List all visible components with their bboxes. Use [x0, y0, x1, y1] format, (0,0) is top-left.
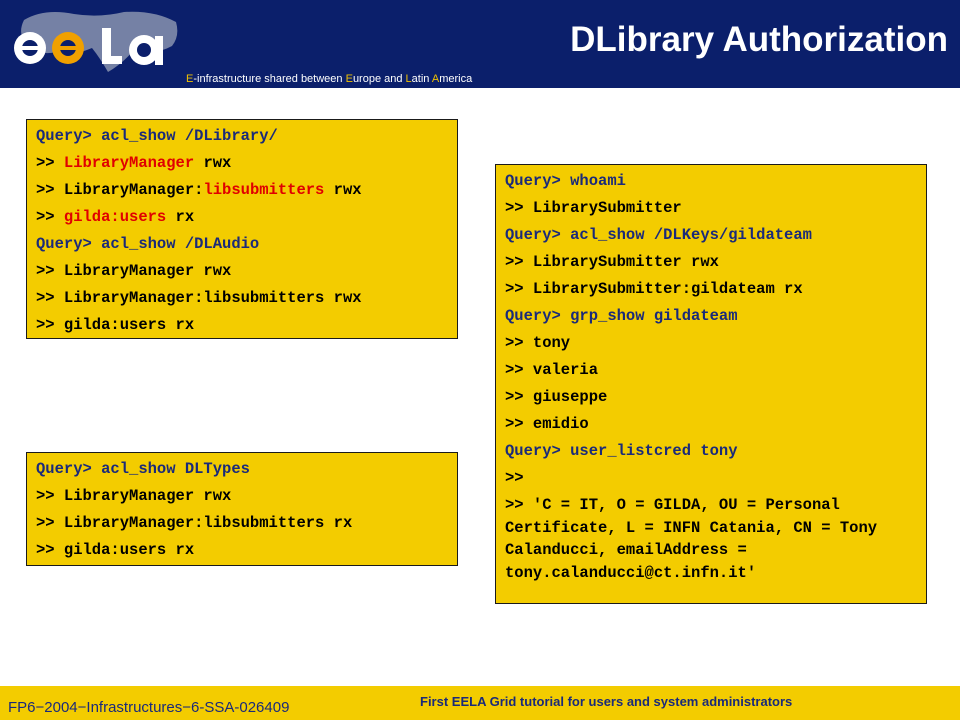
- output-line: >> gilda:users rx: [36, 208, 195, 226]
- output-line: >> LibrarySubmitter rwx: [505, 253, 719, 271]
- output-line: >> LibraryManager:libsubmitters rwx: [36, 289, 362, 307]
- tagline: E-infrastructure shared between Europe a…: [186, 73, 473, 85]
- acl-dlibrary-box: Query> acl_show /DLibrary/ >> LibraryMan…: [26, 119, 458, 339]
- output-line: >>: [505, 469, 524, 487]
- query-line: Query> acl_show /DLKeys/gildateam: [505, 226, 812, 244]
- output-line: >> giuseppe: [505, 388, 608, 406]
- output-line: >> LibraryManager:libsubmitters rx: [36, 514, 353, 532]
- credential-output: >> 'C = IT, O = GILDA, OU = Personal Cer…: [505, 496, 878, 582]
- slide-title: DLibrary Authorization: [570, 20, 948, 59]
- header-bar: E-infrastructure shared between Europe a…: [0, 0, 960, 88]
- acl-dltypes-box: Query> acl_show DLTypes >> LibraryManage…: [26, 452, 458, 566]
- eela-logo: [4, 6, 184, 78]
- query-line: Query> acl_show /DLAudio: [36, 235, 260, 253]
- output-line: >> gilda:users rx: [36, 316, 195, 334]
- project-code: FP6−2004−Infrastructures−6-SSA-026409: [8, 699, 290, 716]
- query-line: Query> acl_show /DLibrary/: [36, 127, 278, 145]
- user-info-box: Query> whoami >> LibrarySubmitter Query>…: [495, 164, 927, 604]
- output-line: >> tony: [505, 334, 571, 352]
- event-title: First EELA Grid tutorial for users and s…: [420, 694, 793, 709]
- query-line: Query> grp_show gildateam: [505, 307, 738, 325]
- footer-bar: FP6−2004−Infrastructures−6-SSA-026409 Fi…: [0, 686, 960, 720]
- output-line: >> LibraryManager rwx: [36, 154, 232, 172]
- output-line: >> LibrarySubmitter:gildateam rx: [505, 280, 803, 298]
- query-line: Query> user_listcred tony: [505, 442, 738, 460]
- output-line: >> gilda:users rx: [36, 541, 195, 559]
- output-line: >> LibraryManager rwx: [36, 262, 232, 280]
- output-line: >> valeria: [505, 361, 599, 379]
- output-line: >> LibraryManager rwx: [36, 487, 232, 505]
- query-line: Query> acl_show DLTypes: [36, 460, 250, 478]
- output-line: >> LibrarySubmitter: [505, 199, 682, 217]
- query-line: Query> whoami: [505, 172, 626, 190]
- output-line: >> LibraryManager:libsubmitters rwx: [36, 181, 362, 199]
- output-line: >> emidio: [505, 415, 589, 433]
